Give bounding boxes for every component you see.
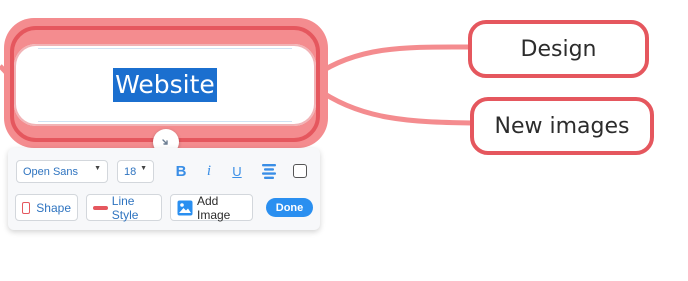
font-family-select[interactable]: Open Sans ▼ [16, 160, 108, 183]
italic-button[interactable]: i [199, 161, 219, 181]
chevron-down-icon: ▼ [140, 165, 147, 172]
collapse-icon [162, 139, 168, 145]
add-image-button[interactable]: Add Image [170, 193, 253, 222]
line-style-label: Line Style [111, 193, 139, 222]
font-family-value: Open Sans [23, 165, 79, 178]
format-toolbar: Open Sans ▼ 18 ▼ B i U Shape Line Style [8, 148, 320, 230]
shape-icon [22, 201, 31, 214]
done-button[interactable]: Done [266, 198, 313, 217]
font-size-select[interactable]: 18 ▼ [117, 160, 154, 183]
add-image-label: Add Image [197, 193, 231, 222]
shape-label: Shape [36, 200, 71, 215]
node-new-images[interactable]: New images [470, 97, 654, 155]
font-size-value: 18 [124, 165, 137, 178]
align-center-button[interactable] [259, 161, 279, 181]
connector-to-new-images [313, 85, 475, 126]
shape-button[interactable]: Shape [15, 194, 78, 221]
node-design[interactable]: Design [468, 20, 649, 78]
chevron-down-icon: ▼ [94, 165, 101, 172]
checkbox-icon[interactable] [293, 164, 307, 178]
align-center-icon [262, 164, 276, 179]
bold-button[interactable]: B [171, 161, 191, 181]
image-icon [177, 200, 193, 216]
central-node-text[interactable]: Website [113, 68, 217, 102]
underline-button[interactable]: U [227, 161, 247, 181]
central-node[interactable]: Website [14, 44, 316, 126]
line-style-icon [93, 205, 108, 210]
connector-to-design [313, 44, 473, 78]
line-style-button[interactable]: Line Style [86, 193, 162, 222]
